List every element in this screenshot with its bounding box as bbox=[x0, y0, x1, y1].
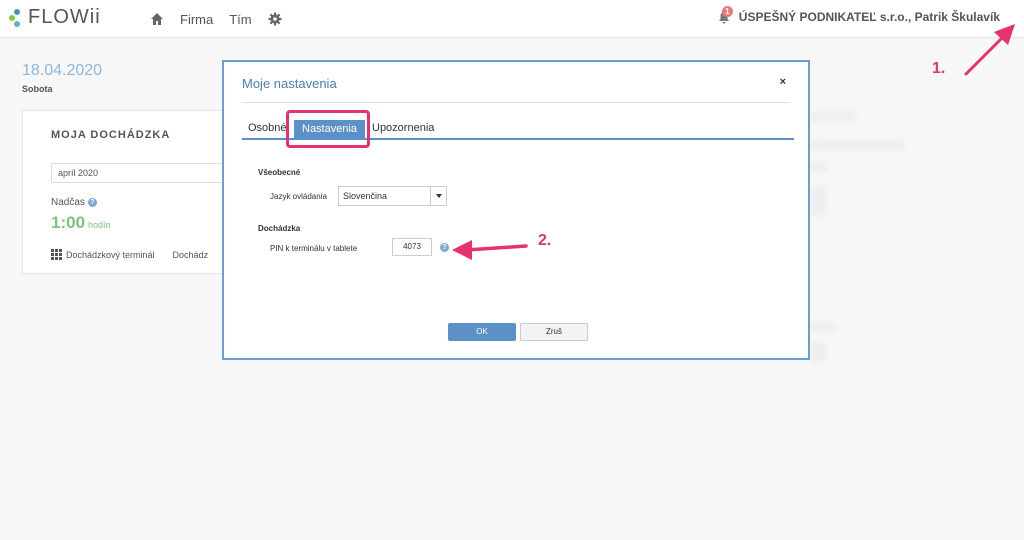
section-general-title: Všeobecné bbox=[258, 168, 301, 177]
nav-firma[interactable]: Firma bbox=[180, 12, 213, 27]
attendance-card: MOJA DOCHÁDZKA apríl 2020 Nadčas ? 1:00 h… bbox=[22, 110, 241, 274]
help-icon[interactable]: ? bbox=[87, 198, 97, 207]
chevron-down-icon[interactable] bbox=[430, 187, 446, 205]
annotation-number-two: 2. bbox=[538, 232, 552, 249]
terminal-link[interactable]: Dochádzkový terminál bbox=[66, 250, 155, 260]
overtime-label: Nadčas ? bbox=[51, 197, 97, 208]
blurred-content bbox=[812, 140, 904, 150]
main-nav: Firma Tím bbox=[150, 0, 282, 38]
top-bar: FLOWii Firma Tím 1 ÚSPEŠNÝ PODNIKATEĽ s.… bbox=[0, 0, 1024, 38]
language-label: Jazyk ovládania bbox=[270, 192, 327, 201]
notification-badge: 1 bbox=[721, 6, 733, 17]
hours-value: 1:00 bbox=[51, 213, 86, 232]
month-select[interactable]: apríl 2020 bbox=[51, 163, 241, 183]
blurred-content bbox=[812, 112, 856, 122]
section-attendance-title: Dochádzka bbox=[258, 224, 301, 233]
blurred-content bbox=[812, 186, 826, 216]
user-menu[interactable]: 1 ÚSPEŠNÝ PODNIKATEĽ s.r.o., Patrik Škul… bbox=[717, 6, 1000, 24]
annotation-highlight-box bbox=[286, 110, 370, 148]
blurred-content bbox=[812, 322, 836, 332]
tab-upozornenia[interactable]: Upozornenia bbox=[372, 122, 434, 134]
help-icon[interactable]: ? bbox=[440, 243, 449, 252]
overtime-text: Nadčas bbox=[51, 197, 85, 208]
cancel-button[interactable]: Zruš bbox=[520, 323, 588, 341]
logo-icon bbox=[8, 7, 24, 29]
grid-icon bbox=[51, 249, 62, 260]
ok-button[interactable]: OK bbox=[448, 323, 516, 341]
card-title: MOJA DOCHÁDZKA bbox=[51, 129, 171, 141]
home-icon[interactable] bbox=[150, 12, 164, 26]
hours-unit: hodín bbox=[88, 220, 111, 230]
overtime-hours: 1:00 hodín bbox=[51, 213, 111, 233]
language-value: Slovenčina bbox=[343, 191, 388, 201]
brand-name: FLOWii bbox=[28, 6, 101, 28]
blurred-content bbox=[812, 162, 826, 172]
user-name: ÚSPEŠNÝ PODNIKATEĽ s.r.o., Patrik Škulav… bbox=[738, 10, 1000, 24]
notification-bell-icon[interactable]: 1 bbox=[717, 6, 733, 24]
divider bbox=[242, 102, 790, 103]
annotation-number-one: 1. bbox=[932, 60, 946, 77]
flowii-logo[interactable]: FLOWii bbox=[8, 6, 101, 29]
attendance-link[interactable]: Dochádz bbox=[173, 250, 209, 260]
close-icon[interactable]: × bbox=[780, 76, 786, 88]
tab-osobne[interactable]: Osobné bbox=[248, 122, 287, 134]
dialog-title: Moje nastavenia bbox=[242, 76, 337, 91]
pin-label: PIN k terminálu v tablete bbox=[270, 244, 358, 253]
card-links: Dochádzkový terminál Dochádz bbox=[51, 249, 208, 260]
pin-field[interactable]: 4073 bbox=[392, 238, 432, 256]
gear-icon[interactable] bbox=[268, 12, 282, 26]
language-select[interactable]: Slovenčina bbox=[338, 186, 447, 206]
settings-dialog: Moje nastavenia × Osobné Nastavenia Upoz… bbox=[222, 60, 810, 360]
nav-tim[interactable]: Tím bbox=[229, 12, 251, 27]
current-date: 18.04.2020 bbox=[22, 62, 103, 79]
current-day: Sobota bbox=[22, 84, 53, 94]
blurred-content bbox=[812, 342, 826, 362]
